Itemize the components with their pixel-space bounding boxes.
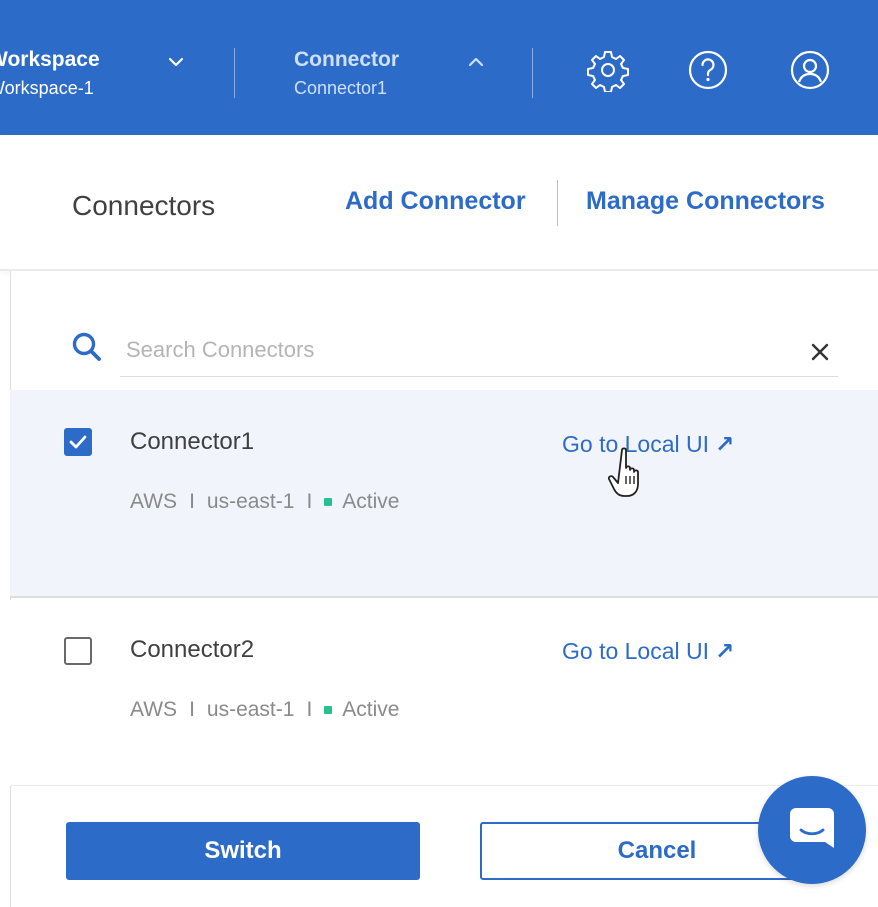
search-underline (120, 376, 838, 377)
header-divider (557, 180, 558, 226)
meta-separator: I (189, 698, 195, 721)
status-active-icon (324, 498, 333, 506)
chevron-down-icon[interactable] (163, 52, 189, 72)
connector1-checkbox[interactable] (64, 428, 92, 456)
connector-provider: AWS (130, 490, 178, 513)
connector-name: Connector2 (130, 636, 255, 663)
chat-icon (790, 808, 834, 848)
help-icon[interactable] (686, 48, 730, 92)
chat-launcher-button[interactable] (758, 776, 866, 884)
status-active-icon (324, 706, 333, 714)
top-navigation-bar: Workspace Workspace-1 Connector Connecto… (0, 0, 878, 135)
hand-pointer-cursor-icon (608, 447, 639, 497)
local-ui-label: Go to Local UI (562, 638, 710, 664)
workspace-label: Workspace (0, 48, 100, 71)
checkmark-icon (69, 435, 87, 449)
connector-provider: AWS (130, 698, 178, 721)
connector-value: Connector1 (294, 78, 388, 98)
topbar-divider (532, 48, 533, 98)
external-link-icon: ↗ (715, 431, 735, 457)
connector2-checkbox[interactable] (64, 637, 92, 665)
go-to-local-ui-link[interactable]: Go to Local UI ↗ (562, 638, 734, 665)
connector-region: us-east-1 (206, 698, 295, 721)
chevron-up-icon[interactable] (463, 52, 489, 72)
meta-separator: I (306, 490, 313, 513)
connector-status: Active (342, 490, 400, 513)
switch-button[interactable]: Switch (66, 822, 420, 880)
connector-meta: AWS I us-east-1 I Active (130, 698, 399, 722)
connector-region: us-east-1 (206, 490, 295, 513)
topbar-divider (234, 48, 235, 98)
meta-separator: I (306, 698, 313, 721)
workspace-value: Workspace-1 (0, 78, 94, 98)
connectors-header: Connectors Add Connector Manage Connecto… (0, 135, 878, 271)
connector-meta: AWS I us-east-1 I Active (130, 490, 399, 514)
gear-icon[interactable] (586, 48, 630, 92)
search-input[interactable] (126, 332, 786, 368)
add-connector-link[interactable]: Add Connector (345, 187, 526, 216)
close-icon[interactable] (806, 338, 834, 366)
connector-row-connector2[interactable] (10, 600, 878, 786)
search-icon (72, 332, 101, 361)
user-icon[interactable] (788, 48, 832, 92)
external-link-icon: ↗ (715, 638, 735, 664)
connector-name: Connector1 (130, 428, 255, 455)
panel-title: Connectors (72, 190, 216, 221)
connector-status: Active (342, 698, 400, 721)
manage-connectors-link[interactable]: Manage Connectors (586, 187, 825, 216)
connector-label: Connector (294, 48, 399, 71)
meta-separator: I (189, 490, 195, 513)
